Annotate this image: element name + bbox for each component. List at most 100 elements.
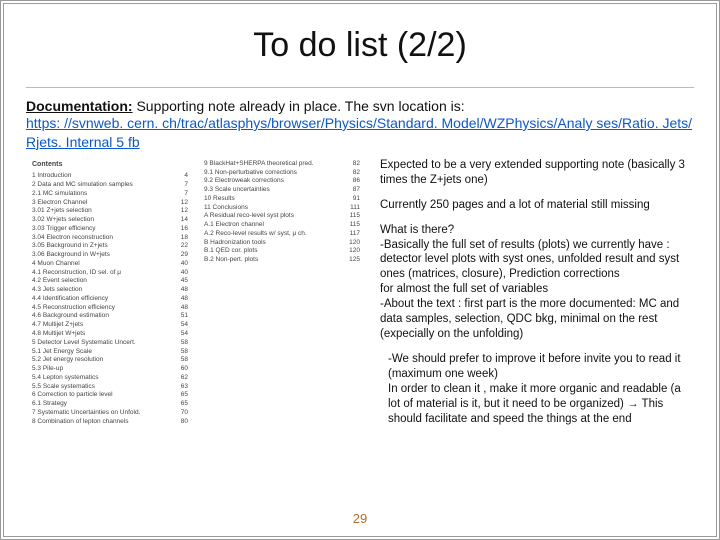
documentation-label: Documentation: (26, 98, 133, 114)
toc-col-left: Contents 1 Introduction42 Data and MC si… (32, 160, 188, 427)
toc-page: 65 (177, 391, 188, 400)
toc-page: 70 (177, 409, 188, 418)
documentation-line: Documentation: Supporting note already i… (26, 98, 694, 114)
toc-image: Contents 1 Introduction42 Data and MC si… (26, 156, 366, 486)
toc-page: 58 (177, 348, 188, 357)
toc-page: 48 (177, 286, 188, 295)
toc-page: 14 (177, 216, 188, 225)
toc-page: 82 (349, 160, 360, 169)
toc-row: 3.02 W+jets selection14 (32, 216, 188, 225)
toc-label: 9.2 Electroweak corrections (204, 177, 349, 186)
toc-label: 3.01 Z+jets selection (32, 207, 177, 216)
toc-row: 5.2 Jet energy resolution58 (32, 356, 188, 365)
toc-page: 54 (177, 330, 188, 339)
toc-label: A.2 Reco-level results w/ syst, μ ch. (204, 230, 346, 239)
toc-page: 7 (180, 190, 188, 199)
toc-label: B.1 QED cor. plots (204, 247, 345, 256)
note-expected: Expected to be a very extended supportin… (380, 158, 690, 188)
toc-page: 115 (346, 221, 360, 230)
toc-label: 3.03 Trigger efficiency (32, 225, 177, 234)
toc-label: 4 Muon Channel (32, 260, 177, 269)
content-row: Contents 1 Introduction42 Data and MC si… (26, 156, 694, 526)
toc-row: 4.7 Multijet Z+jets54 (32, 321, 188, 330)
toc-row: 10 Results91 (204, 195, 360, 204)
toc-row: 5.5 Scale systematics63 (32, 383, 188, 392)
toc-page: 115 (346, 212, 360, 221)
toc-page: 12 (177, 199, 188, 208)
toc-page: 120 (345, 239, 360, 248)
toc-label: 3 Electron Channel (32, 199, 177, 208)
toc-row: B.2 Non-pert. plots125 (204, 256, 360, 265)
toc-page: 111 (346, 204, 360, 213)
toc-label: 5.4 Lepton systematics (32, 374, 177, 383)
toc-row: 5 Detector Level Systematic Uncert.58 (32, 339, 188, 348)
toc-label: 6 Correction to particle level (32, 391, 177, 400)
toc-label: 4.6 Background estimation (32, 312, 177, 321)
toc-row: 3.04 Electron reconstruction18 (32, 234, 188, 243)
toc-row: 4.8 Multijet W+jets54 (32, 330, 188, 339)
toc-row: 9.3 Scale uncertainties87 (204, 186, 360, 195)
toc-label: A.1 Electron channel (204, 221, 346, 230)
toc-page: 82 (349, 169, 360, 178)
toc-row: 4.3 Jets selection48 (32, 286, 188, 295)
toc-page: 40 (177, 260, 188, 269)
toc-row: 9 BlackHat+SHERPA theoretical pred.82 (204, 160, 360, 169)
toc-page: 45 (177, 277, 188, 286)
toc-page: 48 (177, 304, 188, 313)
toc-row: 4.6 Background estimation51 (32, 312, 188, 321)
toc-row: 3.05 Background in Z+jets22 (32, 242, 188, 251)
toc-row: 7 Systematic Uncertainties on Unfold.70 (32, 409, 188, 418)
toc-row: 5.1 Jet Energy Scale58 (32, 348, 188, 357)
toc-page: 60 (177, 365, 188, 374)
toc-page: 4 (180, 172, 188, 181)
toc-label: 3.02 W+jets selection (32, 216, 177, 225)
toc-label: 4.5 Reconstruction efficiency (32, 304, 177, 313)
toc-row: B.1 QED cor. plots120 (204, 247, 360, 256)
note-improve: -We should prefer to improve it before i… (380, 352, 690, 427)
toc-label: 5.1 Jet Energy Scale (32, 348, 177, 357)
toc-row: 5.3 Pile-up60 (32, 365, 188, 374)
toc-label: 6.1 Strategy (32, 400, 177, 409)
toc-page: 40 (177, 269, 188, 278)
toc-label: 4.4 Identification efficiency (32, 295, 177, 304)
toc-label: B Hadronization tools (204, 239, 345, 248)
toc-label: 5.2 Jet energy resolution (32, 356, 177, 365)
toc-page: 63 (177, 383, 188, 392)
toc-label: 4.1 Reconstruction, ID sel. of μ (32, 269, 177, 278)
toc-page: 80 (177, 418, 188, 427)
toc-heading: Contents (32, 160, 188, 169)
toc-label: 4.7 Multijet Z+jets (32, 321, 177, 330)
toc-page: 91 (349, 195, 360, 204)
toc-row: 9.1 Non-perturbative corrections82 (204, 169, 360, 178)
toc-label: 3.06 Background in W+jets (32, 251, 177, 260)
toc-label: 5.3 Pile-up (32, 365, 177, 374)
toc-page: 16 (177, 225, 188, 234)
toc-row: 3.06 Background in W+jets29 (32, 251, 188, 260)
toc-label: 9.1 Non-perturbative corrections (204, 169, 349, 178)
toc-label: 3.05 Background in Z+jets (32, 242, 177, 251)
toc-page: 29 (177, 251, 188, 260)
toc-row: 4.2 Event selection45 (32, 277, 188, 286)
note-pages: Currently 250 pages and a lot of materia… (380, 198, 690, 213)
title-divider (26, 87, 694, 88)
toc-label: 4.3 Jets selection (32, 286, 177, 295)
toc-row: 1 Introduction4 (32, 172, 188, 181)
toc-row: 4.4 Identification efficiency48 (32, 295, 188, 304)
svn-link[interactable]: https: //svnweb. cern. ch/trac/atlasphys… (26, 114, 694, 152)
toc-page: 86 (349, 177, 360, 186)
toc-row: 11 Conclusions111 (204, 204, 360, 213)
toc-row: 3.01 Z+jets selection12 (32, 207, 188, 216)
toc-row: A.2 Reco-level results w/ syst, μ ch.117 (204, 230, 360, 239)
toc-row: A Residual reco-level syst plots115 (204, 212, 360, 221)
toc-row: 2.1 MC simulations7 (32, 190, 188, 199)
toc-row: 5.4 Lepton systematics62 (32, 374, 188, 383)
toc-row: 2 Data and MC simulation samples7 (32, 181, 188, 190)
toc-label: A Residual reco-level syst plots (204, 212, 346, 221)
toc-row: 6.1 Strategy65 (32, 400, 188, 409)
toc-page: 62 (177, 374, 188, 383)
toc-label: 5 Detector Level Systematic Uncert. (32, 339, 177, 348)
toc-page: 87 (349, 186, 360, 195)
toc-row: 4.5 Reconstruction efficiency48 (32, 304, 188, 313)
toc-row: 9.2 Electroweak corrections86 (204, 177, 360, 186)
toc-label: 10 Results (204, 195, 349, 204)
